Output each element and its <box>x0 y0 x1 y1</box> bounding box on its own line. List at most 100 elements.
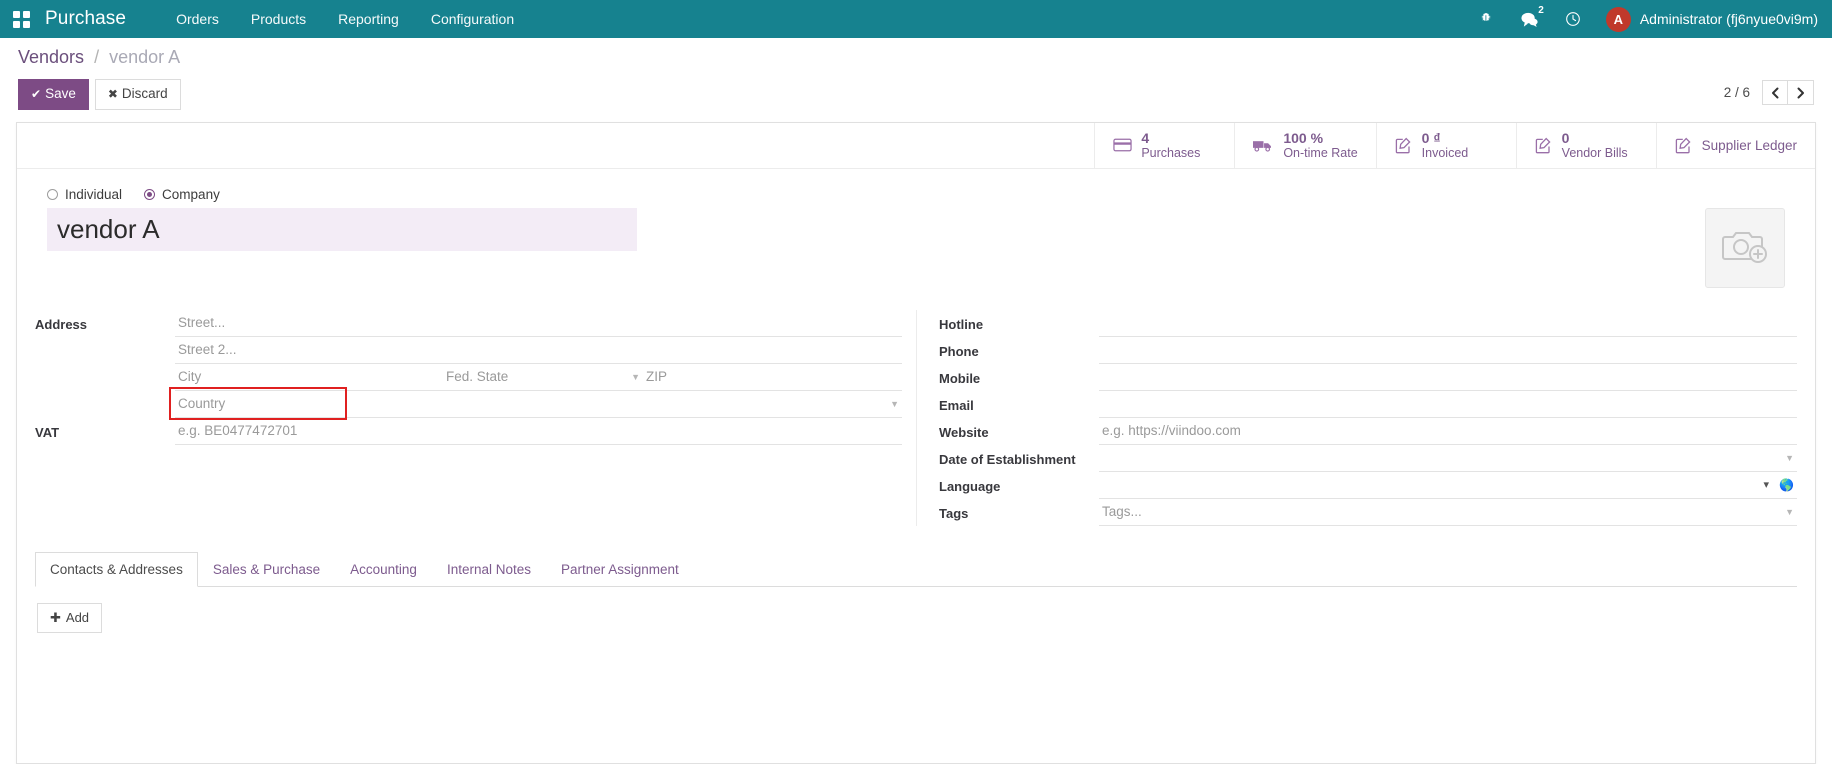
form-sheet: 4 Purchases 100 % On-time Rate <box>16 122 1816 764</box>
zip-cell: ZIP <box>643 364 902 391</box>
discard-button[interactable]: ✖Discard <box>95 79 181 110</box>
record-title-row: vendor A <box>35 208 1797 288</box>
control-panel: Vendors / vendor A ✔Save ✖Discard 2 / 6 <box>0 38 1832 110</box>
country-select[interactable]: Country ▼ <box>175 391 902 418</box>
record-pager: 2 / 6 <box>1724 80 1814 105</box>
stat-button-vendor-bills[interactable]: 0 Vendor Bills <box>1516 123 1656 168</box>
website-input[interactable]: e.g. https://viindoo.com <box>1099 418 1797 445</box>
bug-icon[interactable] <box>1466 0 1507 38</box>
tags-input[interactable]: Tags... ▼ <box>1099 499 1797 526</box>
chevron-down-icon: ▾ <box>1764 478 1770 491</box>
stat-value: 0 <box>1562 130 1628 146</box>
address-fields: Street... Street 2... City <box>175 310 902 418</box>
chevron-down-icon: ▼ <box>1779 453 1794 463</box>
stat-label: Purchases <box>1141 146 1200 160</box>
field-group-vat: VAT e.g. BE0477472701 <box>35 418 902 445</box>
breadcrumb-parent-vendors[interactable]: Vendors <box>18 47 84 67</box>
pager-counter: 2 / 6 <box>1724 85 1750 100</box>
radio-individual[interactable]: Individual <box>47 187 122 202</box>
zip-input[interactable]: ZIP <box>643 364 902 391</box>
form-left-column: Address Street... Street 2... City <box>35 310 916 526</box>
date-of-establishment-label: Date of Establishment <box>939 445 1099 467</box>
chevron-down-icon: ▼ <box>625 372 640 382</box>
tab-sales-purchase[interactable]: Sales & Purchase <box>198 552 335 587</box>
navbar-right-tools: 2 A Administrator (fj6nyue0vi9m) <box>1466 0 1818 38</box>
street2-placeholder: Street 2... <box>178 342 237 357</box>
vat-label: VAT <box>35 418 175 440</box>
add-contact-button[interactable]: ✚ Add <box>37 603 102 633</box>
radio-company[interactable]: Company <box>144 187 220 202</box>
user-menu[interactable]: A Administrator (fj6nyue0vi9m) <box>1594 7 1818 32</box>
stat-button-purchases-text: 4 Purchases <box>1141 130 1200 160</box>
notebook-tabs: Contacts & Addresses Sales & Purchase Ac… <box>35 552 1797 587</box>
breadcrumb: Vendors / vendor A <box>18 47 1814 70</box>
street2-input[interactable]: Street 2... <box>175 337 902 364</box>
phone-input[interactable] <box>1099 337 1797 364</box>
field-group-address: Address Street... Street 2... City <box>35 310 902 418</box>
radio-company-dot <box>144 189 155 200</box>
hotline-input[interactable] <box>1099 310 1797 337</box>
credit-card-icon <box>1113 138 1132 152</box>
phone-label: Phone <box>939 337 1099 359</box>
form-columns: Address Street... Street 2... City <box>35 310 1797 526</box>
pencil-square-icon <box>1675 137 1693 154</box>
tab-accounting[interactable]: Accounting <box>335 552 432 587</box>
save-button[interactable]: ✔Save <box>18 79 89 110</box>
partner-name-input[interactable]: vendor A <box>47 208 637 251</box>
stat-button-purchases[interactable]: 4 Purchases <box>1094 123 1234 168</box>
record-action-buttons: ✔Save ✖Discard <box>18 79 181 110</box>
check-icon: ✔ <box>31 87 41 101</box>
notebook-page-contacts-addresses: ✚ Add <box>35 587 1797 649</box>
mobile-input[interactable] <box>1099 364 1797 391</box>
radio-individual-dot <box>47 189 58 200</box>
menu-item-configuration[interactable]: Configuration <box>415 1 530 37</box>
image-upload-placeholder[interactable] <box>1705 208 1785 288</box>
street-input[interactable]: Street... <box>175 310 902 337</box>
state-select[interactable]: Fed. State ▼ <box>443 364 643 391</box>
country-row: Country ▼ <box>175 391 902 418</box>
field-group-email: Email <box>939 391 1797 418</box>
state-placeholder: Fed. State <box>446 369 508 384</box>
app-brand-purchase[interactable]: Purchase <box>45 8 126 30</box>
stat-value: 4 <box>1141 130 1200 146</box>
stat-label: Invoiced <box>1422 146 1469 160</box>
truck-icon <box>1253 138 1274 152</box>
date-of-establishment-input[interactable]: ▼ <box>1099 445 1797 472</box>
language-select[interactable]: ▾ 🌎 <box>1099 472 1797 499</box>
pager-previous-button[interactable] <box>1762 80 1788 105</box>
menu-item-orders[interactable]: Orders <box>160 1 235 37</box>
pager-next-button[interactable] <box>1788 80 1814 105</box>
apps-grid-icon[interactable] <box>10 8 32 30</box>
city-input[interactable]: City <box>175 364 443 391</box>
main-menu: Orders Products Reporting Configuration <box>160 1 530 37</box>
tab-internal-notes[interactable]: Internal Notes <box>432 552 546 587</box>
email-input[interactable] <box>1099 391 1797 418</box>
city-placeholder: City <box>178 369 201 384</box>
stat-button-supplier-ledger[interactable]: Supplier Ledger <box>1656 123 1815 168</box>
country-placeholder: Country <box>178 396 225 411</box>
tags-placeholder: Tags... <box>1102 504 1142 519</box>
field-group-date-of-establishment: Date of Establishment ▼ <box>939 445 1797 472</box>
partner-name-value: vendor A <box>57 214 627 245</box>
radio-company-label: Company <box>162 187 220 202</box>
form-sheet-wrapper: 4 Purchases 100 % On-time Rate <box>0 110 1832 764</box>
add-contact-button-label: Add <box>66 610 89 625</box>
chat-bubble-icon[interactable]: 2 <box>1507 0 1552 38</box>
globe-icon[interactable]: 🌎 <box>1779 478 1794 492</box>
menu-item-products[interactable]: Products <box>235 1 322 37</box>
state-cell: Fed. State ▼ <box>443 364 643 391</box>
menu-item-reporting[interactable]: Reporting <box>322 1 415 37</box>
stat-label: Supplier Ledger <box>1702 138 1797 153</box>
mobile-label: Mobile <box>939 364 1099 386</box>
clock-icon[interactable] <box>1552 0 1594 38</box>
stat-button-on-time-rate[interactable]: 100 % On-time Rate <box>1234 123 1375 168</box>
tab-contacts-addresses[interactable]: Contacts & Addresses <box>35 552 198 587</box>
email-label: Email <box>939 391 1099 413</box>
stat-button-invoiced[interactable]: 0 ₫ Invoiced <box>1376 123 1516 168</box>
address-label: Address <box>35 310 175 332</box>
tab-partner-assignment[interactable]: Partner Assignment <box>546 552 694 587</box>
vat-input[interactable]: e.g. BE0477472701 <box>175 418 902 445</box>
discard-button-label: Discard <box>122 86 168 101</box>
avatar: A <box>1606 7 1631 32</box>
field-group-mobile: Mobile <box>939 364 1797 391</box>
